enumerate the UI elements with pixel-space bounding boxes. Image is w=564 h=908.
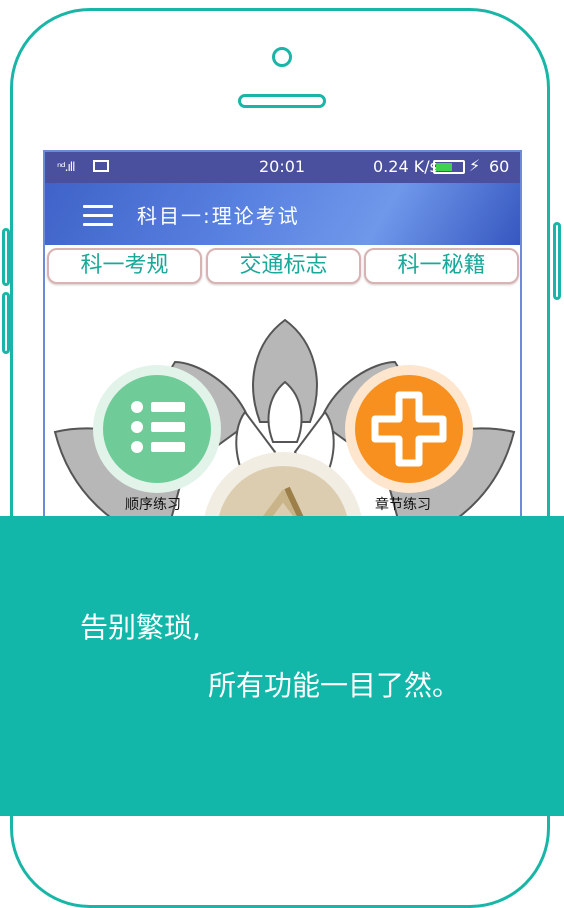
phone-speaker [238, 94, 326, 108]
phone-camera [272, 47, 292, 67]
app-bar: 科目一:理论考试 [45, 183, 520, 245]
chapter-practice-label: 章节练习 [375, 497, 431, 513]
status-time: 20:01 [259, 157, 306, 176]
phone-side-button-right [553, 222, 561, 300]
status-bar: ⁿᵈ.ıll 20:01 0.24 K/s ⚡ 60 [45, 152, 520, 183]
tab-traffic-signs[interactable]: 交通标志 [206, 248, 361, 284]
tab-exam-rules[interactable]: 科一考规 [47, 248, 202, 284]
list-icon [103, 375, 211, 483]
phone-side-button-left-bottom [2, 292, 10, 354]
battery-fill [436, 163, 452, 171]
sequential-practice-button[interactable] [93, 365, 221, 493]
image-icon [93, 160, 109, 172]
tab-tips[interactable]: 科一秘籍 [364, 248, 519, 284]
sequential-practice-label: 顺序练习 [125, 497, 181, 513]
battery-percent: 60 [489, 157, 510, 176]
chapter-practice-button[interactable] [345, 365, 473, 493]
charging-icon: ⚡ [469, 156, 481, 175]
app-title: 科目一:理论考试 [137, 204, 300, 228]
tab-bar: 科一考规 交通标志 科一秘籍 [45, 248, 520, 286]
battery-icon [433, 160, 465, 174]
slogan-line-2: 所有功能一目了然。 [208, 669, 461, 702]
promo-banner: 告别繁琐, 所有功能一目了然。 [0, 516, 564, 816]
app-screen: ⁿᵈ.ıll 20:01 0.24 K/s ⚡ 60 科目一:理论考试 科一考规… [43, 150, 522, 570]
hamburger-menu-icon[interactable] [83, 205, 113, 227]
plus-icon [355, 375, 463, 483]
signal-icon: ⁿᵈ.ıll [57, 160, 75, 174]
phone-side-button-left-top [2, 228, 10, 286]
network-speed: 0.24 K/s [373, 157, 438, 176]
slogan-line-1: 告别繁琐, [80, 611, 201, 644]
